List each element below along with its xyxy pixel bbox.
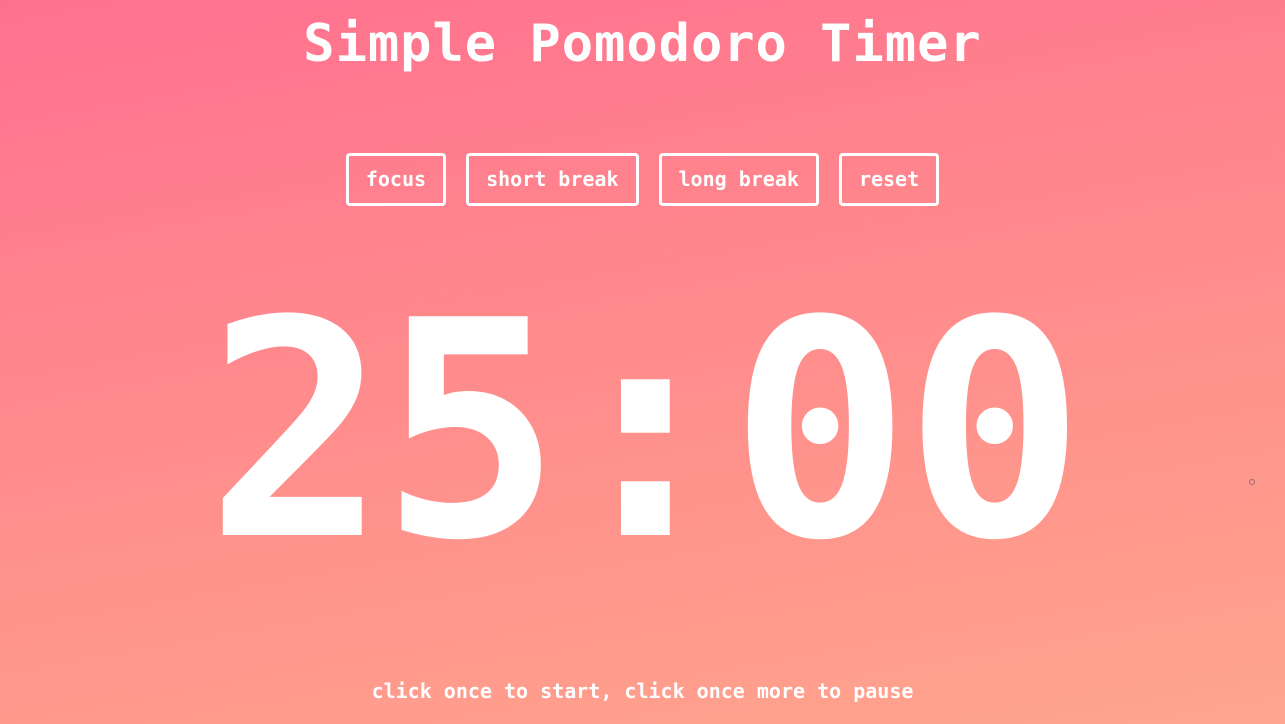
short-break-button[interactable]: short break [466,153,639,206]
page-title: Simple Pomodoro Timer [303,14,982,74]
timer-display[interactable]: 25:00 [0,262,1285,602]
instruction-text: click once to start, click once more to … [371,679,914,703]
long-break-button[interactable]: long break [658,153,819,206]
focus-button[interactable]: focus [345,153,447,206]
cursor-indicator-icon [1249,479,1255,485]
mode-button-bar: focus short break long break reset [0,153,1285,206]
reset-button[interactable]: reset [838,153,940,206]
